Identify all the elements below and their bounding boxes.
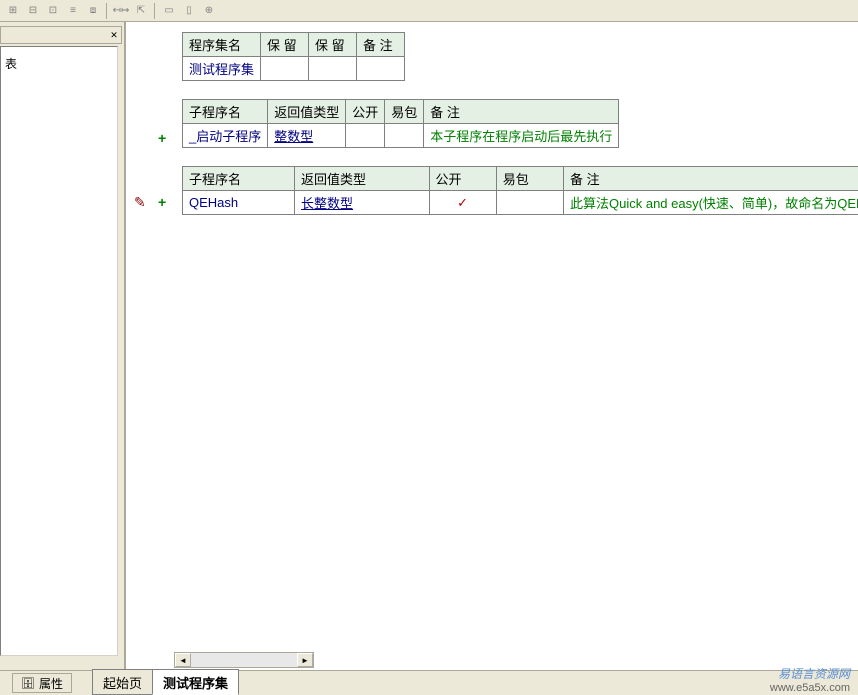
left-panel: ✕ 表 — [0, 22, 126, 670]
table-row[interactable]: _启动子程序 整数型 本子程序在程序启动后最先执行 — [183, 124, 619, 148]
remark-cell[interactable]: 此算法Quick and easy(快速、简单)，故命名为QEHash。－－By — [564, 191, 858, 215]
pen-icon: ✎ — [134, 194, 152, 211]
toolbar: ⊞ ⊟ ⊡ ≡ ⧈ ↤↦ ⇱ ▭ ▯ ⊕ — [0, 0, 858, 22]
bottom-bar: 🗄 属性 起始页 测试程序集 易语言资源网 www.e5a5x.com — [0, 670, 858, 695]
tab-start[interactable]: 起始页 — [92, 669, 153, 695]
col-reserved1: 保 留 — [261, 33, 309, 57]
public-cell[interactable] — [346, 124, 385, 148]
col-return-type: 返回值类型 — [295, 167, 429, 191]
col-sub-name: 子程序名 — [183, 167, 295, 191]
left-panel-header: ✕ — [0, 26, 122, 44]
watermark: 易语言资源网 www.e5a5x.com — [770, 667, 850, 695]
main-area: + ✎ + 程序集名 保 留 保 留 备 注 测试程序集 子程序名 返回值类型 … — [130, 22, 858, 670]
col-return-type: 返回值类型 — [268, 100, 346, 124]
tb-expand-h-icon[interactable]: ↤↦ — [112, 2, 130, 20]
expand-icon[interactable]: + — [158, 130, 166, 146]
tb-align-bottom-icon[interactable]: ≡ — [64, 2, 82, 20]
col-public: 公开 — [346, 100, 385, 124]
tab-test-assembly[interactable]: 测试程序集 — [152, 669, 239, 695]
tb-align-top-icon[interactable]: ⊡ — [44, 2, 62, 20]
col-remark: 备 注 — [424, 100, 619, 124]
subroutine-table-1: 子程序名 返回值类型 公开 易包 备 注 _启动子程序 整数型 本子程序在程序启… — [182, 99, 619, 148]
col-remark: 备 注 — [564, 167, 858, 191]
expand-icon-2[interactable]: + — [158, 194, 166, 210]
assembly-name-cell[interactable]: 测试程序集 — [183, 57, 261, 81]
tb-dist-icon[interactable]: ⧈ — [84, 2, 102, 20]
table-row[interactable]: 测试程序集 — [183, 57, 405, 81]
col-remark: 备 注 — [357, 33, 405, 57]
tab-test-label: 测试程序集 — [163, 676, 228, 691]
bottom-tabs: 起始页 测试程序集 — [92, 673, 238, 695]
table-row[interactable]: QEHash 长整数型 ✓ 此算法Quick and easy(快速、简单)，故… — [183, 191, 858, 215]
watermark-url: www.e5a5x.com — [770, 682, 850, 695]
properties-icon: 🗄 — [21, 677, 35, 690]
return-type-cell[interactable]: 长整数型 — [295, 191, 429, 215]
col-reserved2: 保 留 — [309, 33, 357, 57]
toolbar-sep-2 — [154, 3, 156, 19]
horizontal-scrollbar[interactable]: ◄ ► — [174, 652, 314, 668]
col-public: 公开 — [429, 167, 496, 191]
scroll-left-icon[interactable]: ◄ — [175, 653, 191, 667]
table-header-row: 程序集名 保 留 保 留 备 注 — [183, 33, 405, 57]
code-editor[interactable]: 程序集名 保 留 保 留 备 注 测试程序集 子程序名 返回值类型 公开 易包 … — [174, 26, 858, 650]
table-header-row: 子程序名 返回值类型 公开 易包 备 注 — [183, 100, 619, 124]
return-type-cell[interactable]: 整数型 — [268, 124, 346, 148]
properties-button[interactable]: 🗄 属性 — [12, 673, 72, 693]
cell[interactable] — [357, 57, 405, 81]
package-cell[interactable] — [496, 191, 563, 215]
col-package: 易包 — [385, 100, 424, 124]
tb-expand-v-icon[interactable]: ⇱ — [132, 2, 150, 20]
left-panel-body: 表 — [0, 46, 118, 656]
cell[interactable] — [309, 57, 357, 81]
col-package: 易包 — [496, 167, 563, 191]
remark-cell[interactable]: 本子程序在程序启动后最先执行 — [424, 124, 619, 148]
tb-both-icon[interactable]: ⊕ — [200, 2, 218, 20]
toolbar-sep — [106, 3, 108, 19]
scroll-track[interactable] — [191, 653, 297, 667]
table-header-row: 子程序名 返回值类型 公开 易包 备 注 — [183, 167, 858, 191]
col-assembly-name: 程序集名 — [183, 33, 261, 57]
panel-body-text: 表 — [1, 47, 117, 80]
properties-label: 属性 — [39, 675, 63, 692]
cell[interactable] — [261, 57, 309, 81]
scroll-right-icon[interactable]: ► — [297, 653, 313, 667]
tb-align-left-icon[interactable]: ⊞ — [4, 2, 22, 20]
tab-start-label: 起始页 — [103, 676, 142, 691]
sub-name-cell[interactable]: _启动子程序 — [183, 124, 268, 148]
tb-grid-icon[interactable]: ▭ — [160, 2, 178, 20]
watermark-title: 易语言资源网 — [770, 667, 850, 681]
sub-name-cell[interactable]: QEHash — [183, 191, 295, 215]
package-cell[interactable] — [385, 124, 424, 148]
assembly-table: 程序集名 保 留 保 留 备 注 测试程序集 — [182, 32, 405, 81]
tb-align-right-icon[interactable]: ⊟ — [24, 2, 42, 20]
tb-center-icon[interactable]: ▯ — [180, 2, 198, 20]
gutter: + ✎ + — [130, 26, 174, 650]
public-cell[interactable]: ✓ — [429, 191, 496, 215]
subroutine-table-2: 子程序名 返回值类型 公开 易包 备 注 QEHash 长整数型 ✓ 此算法Qu… — [182, 166, 858, 215]
col-sub-name: 子程序名 — [183, 100, 268, 124]
close-icon[interactable]: ✕ — [107, 28, 121, 42]
